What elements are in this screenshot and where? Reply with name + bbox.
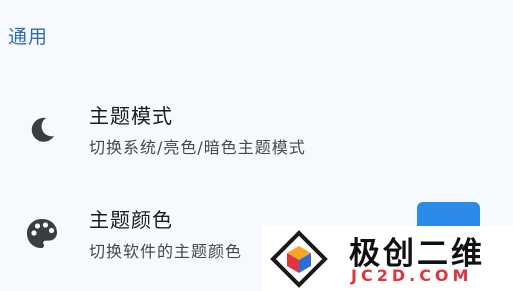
section-header-general: 通用	[8, 26, 49, 48]
watermark: 极创二维 JC2D.COM	[263, 226, 513, 291]
setting-title: 主题模式	[89, 104, 173, 128]
setting-title: 主题颜色	[89, 208, 173, 232]
setting-item-theme-mode[interactable]: 主题模式 切换系统/亮色/暗色主题模式	[0, 92, 513, 172]
moon-icon	[31, 117, 54, 142]
palette-icon	[27, 219, 57, 248]
watermark-url: JC2D.COM	[351, 266, 473, 285]
cube-logo-icon	[270, 230, 328, 288]
setting-subtitle: 切换系统/亮色/暗色主题模式	[89, 138, 306, 157]
setting-subtitle: 切换软件的主题颜色	[89, 242, 243, 261]
